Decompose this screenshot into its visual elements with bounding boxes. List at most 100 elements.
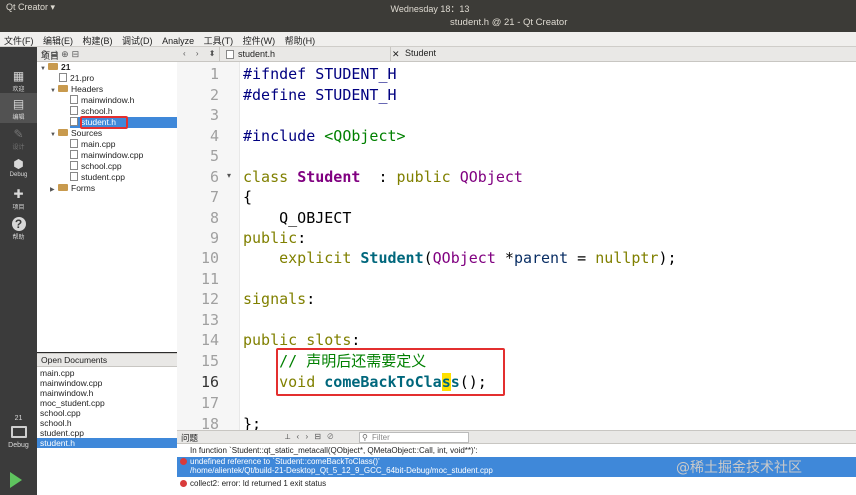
tree-node-label: school.h [81,106,113,116]
open-doc-item[interactable]: mainwindow.h [37,388,177,398]
tree-node-school-cpp[interactable]: school.cpp [70,161,122,172]
issue-text: undefined reference to `Student::comeBac… [190,457,380,466]
source-file-icon [70,161,78,170]
menu-help[interactable]: 帮助(H) [281,32,319,46]
gutter-divider [239,62,240,430]
chevron-down-icon: ▼ [50,88,56,94]
fold-marker-icon[interactable]: ▾ [227,171,231,180]
chevron-down-icon: ▼ [50,132,56,138]
tree-node-main-cpp[interactable]: main.cpp [70,139,116,150]
line-number: 14 [200,331,219,349]
system-top-bar: Qt Creator ▾ Wednesday 18：13 [0,0,856,14]
grid-icon: ▦ [12,69,25,83]
code-line: public slots: [243,331,361,349]
chevron-down-icon: ▼ [40,66,46,72]
open-doc-item[interactable]: student.h [37,438,177,448]
issues-title: 问题 [181,433,199,443]
divider [219,47,220,62]
issues-toolbar-icons[interactable]: ⟂ ‹ › ⊟ ⊘ [285,432,335,442]
line-number: 12 [200,290,219,308]
error-icon [180,458,187,465]
folder-icon [58,129,68,136]
kit-project-number: 21 [14,415,23,422]
menu-tools[interactable]: 工具(T) [200,32,237,46]
pencil-icon: ✎ [13,127,24,141]
issues-filter-input[interactable]: ⚲ Filter [359,432,469,443]
line-number: 1 [209,65,219,83]
mode-debug[interactable]: ⬢ Debug [0,153,37,183]
editor-file-name: student.h [238,49,276,59]
line-number: 5 [209,147,219,165]
bug-icon: ⬢ [13,157,24,171]
issue-row[interactable]: In function `Student::qt_static_metacall… [177,446,856,455]
menu-analyze[interactable]: Analyze [158,34,197,48]
mode-projects[interactable]: ✚ 项目 [0,183,37,213]
highlight-box [276,348,505,396]
mode-bar: ▦ 欢迎 ▤ 编辑 ✎ 设计 ⬢ Debug ✚ 项目 ? 帮助 21 Debu… [0,47,37,495]
code-line: #define STUDENT_H [243,86,397,104]
menu-widgets[interactable]: 控件(W) [239,32,279,46]
menu-bar: 文件(F) 编辑(E) 构建(B) 调试(D) Analyze 工具(T) 控件… [0,32,856,47]
tree-node-pro[interactable]: 21.pro [59,73,94,84]
code-line: signals: [243,290,316,308]
line-number: 7 [209,188,219,206]
tree-node-label: main.cpp [81,139,116,149]
kit-selector[interactable]: 21 Debug [0,415,37,449]
line-number: 13 [200,311,219,329]
chevron-right-icon: ▶ [50,187,55,193]
source-file-icon [70,139,78,148]
mode-label: 设计 [12,145,25,151]
app-menu[interactable]: Qt Creator ▾ [6,2,55,13]
tree-node-label: Sources [71,128,103,138]
menu-debug[interactable]: 调试(D) [118,32,156,46]
mode-welcome[interactable]: ▦ 欢迎 [0,65,37,95]
line-number: 15 [200,352,219,370]
mode-design[interactable]: ✎ 设计 [0,123,37,153]
line-number-current: 16 [200,373,219,391]
tree-node-headers[interactable]: ▼ Headers [50,84,103,95]
open-doc-item[interactable]: school.h [37,418,177,428]
class-breadcrumb[interactable]: Student [403,48,436,58]
tree-node-mainwindow-h[interactable]: mainwindow.h [70,95,134,106]
open-doc-item[interactable]: student.cpp [37,428,177,438]
editor-file-tab[interactable]: student.h [224,48,279,61]
open-doc-item[interactable]: moc_student.cpp [37,398,177,408]
code-line: #include <QObject> [243,127,406,145]
menu-edit[interactable]: 编辑(E) [39,32,76,46]
run-icon[interactable] [10,472,22,488]
mode-label: 编辑 [12,115,25,121]
search-icon: ⚲ [362,433,368,442]
mode-edit[interactable]: ▤ 编辑 [0,93,37,123]
menu-file[interactable]: 文件(F) [0,32,37,46]
tree-node-student-cpp[interactable]: student.cpp [70,172,125,183]
issue-text: collect2: error: ld returned 1 exit stat… [190,479,327,488]
issue-file-path: /home/alientek/Qt/build-21-Desktop_Qt_5_… [190,466,493,475]
panel-toolbar-icons[interactable]: ⚲⇄⊕⊟ [41,49,173,60]
close-icon[interactable]: ✕ [392,49,400,60]
tree-node-label: Forms [71,183,96,193]
tree-node-sources[interactable]: ▼ Sources [50,128,102,139]
code-line: Q_OBJECT [243,209,352,227]
header-file-icon [70,95,78,104]
line-number: 6 [209,168,219,186]
menu-build[interactable]: 构建(B) [79,32,116,46]
source-file-icon [70,150,78,159]
project-panel-header: 项目 ⚲⇄⊕⊟ [37,47,177,62]
tree-node-forms[interactable]: ▶ Forms [50,183,95,194]
edit-icon: ▤ [12,97,25,111]
error-icon [180,480,187,487]
header-file-icon [70,106,78,115]
mode-help[interactable]: ? 帮助 [0,213,37,243]
open-doc-item[interactable]: school.cpp [37,408,177,418]
mode-label: 欢迎 [12,87,25,93]
open-doc-item[interactable]: mainwindow.cpp [37,378,177,388]
header-file-icon [226,50,234,59]
tree-node-mainwindow-cpp[interactable]: mainwindow.cpp [70,150,143,161]
nav-back-forward-icons[interactable]: ‹ › ⬍ [183,49,219,58]
mode-label: Debug [9,172,28,178]
tree-node-project[interactable]: ▼ 21 [40,62,70,73]
header-file-icon [70,117,78,126]
issue-row[interactable]: collect2: error: ld returned 1 exit stat… [177,479,856,488]
open-doc-item[interactable]: main.cpp [37,368,177,378]
line-number: 2 [209,86,219,104]
